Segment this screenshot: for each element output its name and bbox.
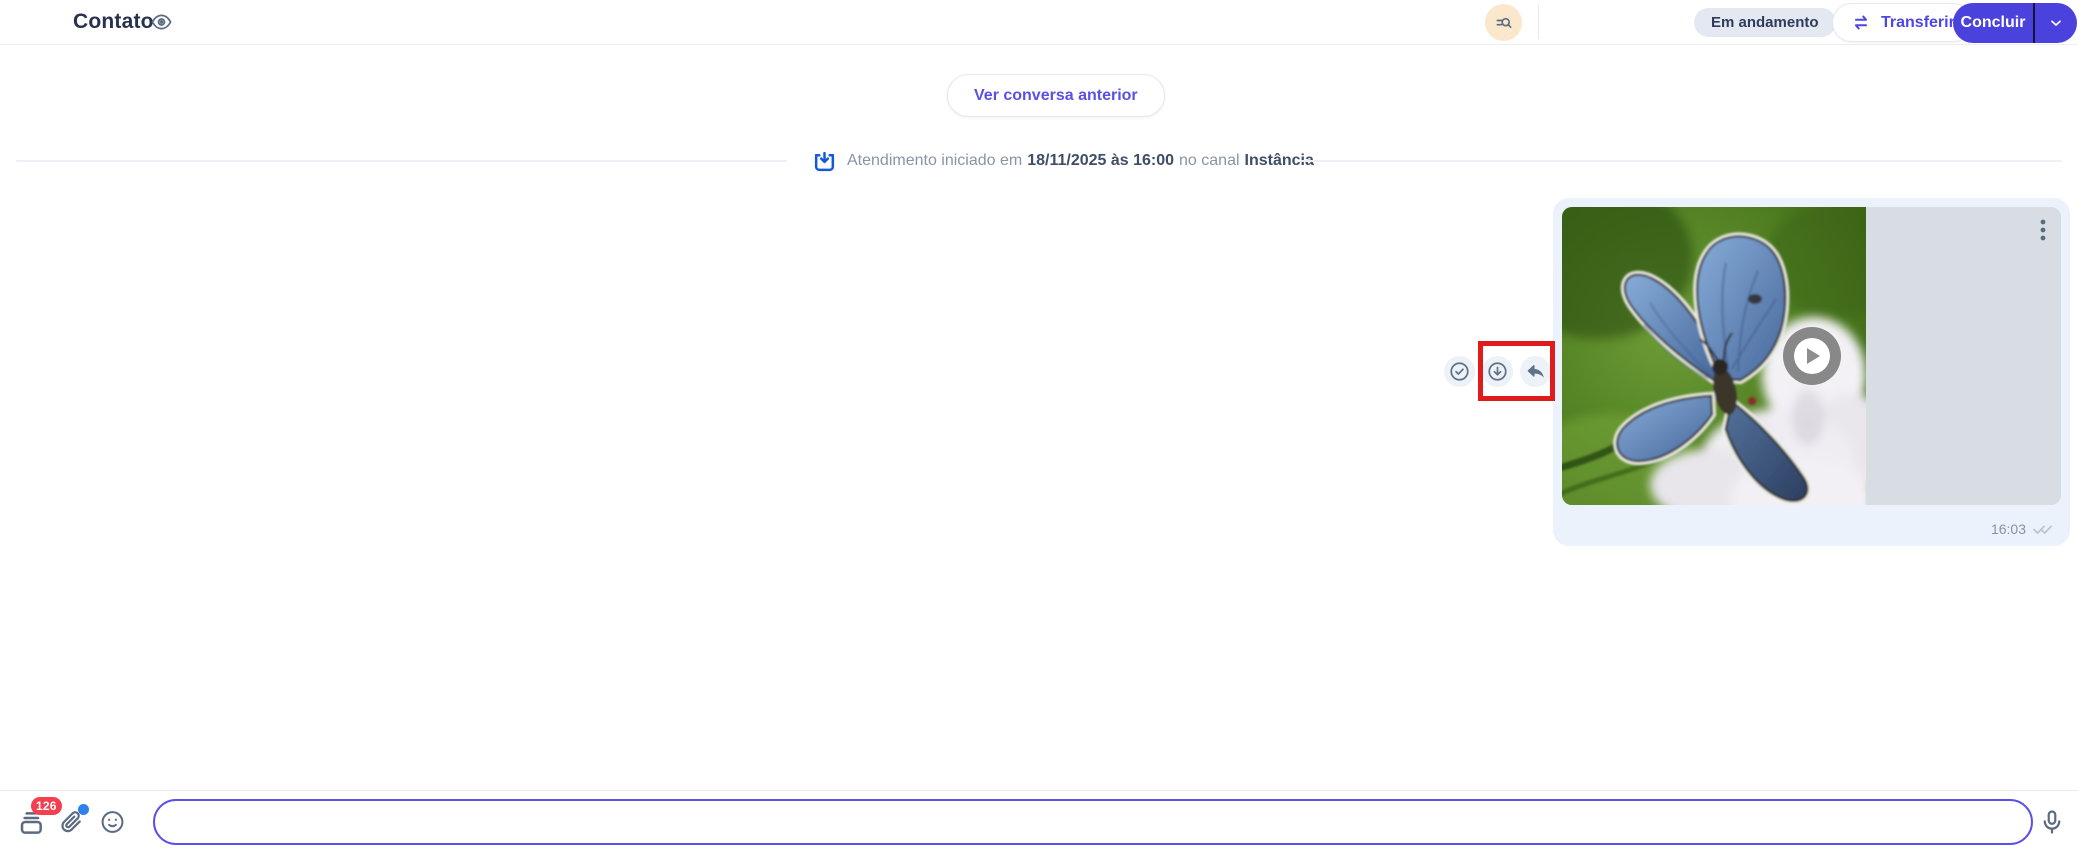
- chevron-down-icon[interactable]: [2035, 3, 2077, 43]
- message-options-button[interactable]: [2037, 216, 2049, 244]
- video-message-media[interactable]: [1562, 207, 2061, 505]
- divider-line-left: [16, 160, 787, 162]
- session-start-text: Atendimento iniciado em 18/11/2025 às 16…: [847, 146, 1314, 176]
- previous-conversation-button[interactable]: Ver conversa anterior: [947, 74, 1165, 117]
- play-video-button[interactable]: [1783, 327, 1841, 385]
- composer-bar: 126: [0, 790, 2078, 852]
- search-messages-button[interactable]: [1485, 4, 1522, 41]
- delivered-double-check-icon: [2032, 522, 2054, 536]
- download-media-button[interactable]: [1482, 356, 1513, 387]
- emoji-picker-button[interactable]: [99, 808, 126, 835]
- session-text-middle: no canal: [1179, 152, 1240, 170]
- record-audio-button[interactable]: [2038, 807, 2066, 837]
- mark-resolved-button[interactable]: [1444, 356, 1475, 387]
- view-contact-eye-icon[interactable]: [150, 11, 173, 34]
- kebab-menu-icon: [2040, 219, 2046, 241]
- play-icon: [1794, 338, 1830, 374]
- transfer-arrows-icon: [1850, 12, 1872, 34]
- status-badge: Em andamento: [1694, 8, 1836, 37]
- microphone-icon: [2038, 807, 2066, 837]
- header-divider: [1538, 5, 1539, 39]
- message-bubble-outgoing: 16:03: [1553, 198, 2070, 546]
- quick-replies-button[interactable]: 126: [16, 806, 48, 838]
- page-title: Contato: [73, 10, 154, 34]
- header: Contato Em andamento: [0, 0, 2078, 45]
- smiley-icon: [99, 808, 126, 835]
- conclude-button-label[interactable]: Concluir: [1953, 3, 2033, 43]
- chat-window: Contato Em andamento: [0, 0, 2078, 852]
- session-start-inbox-icon: [812, 149, 837, 174]
- attach-file-button[interactable]: [57, 807, 85, 837]
- conclude-split-button[interactable]: Concluir: [1953, 3, 2077, 43]
- search-list-icon: [1494, 13, 1514, 33]
- reply-message-button[interactable]: [1520, 356, 1551, 387]
- transfer-button[interactable]: Transferir: [1832, 3, 1973, 42]
- session-text-prefix: Atendimento iniciado em: [847, 152, 1022, 170]
- reply-icon: [1525, 361, 1547, 383]
- message-meta: 16:03: [1991, 521, 2054, 537]
- divider-line-right: [1300, 160, 2062, 162]
- message-time: 16:03: [1991, 521, 2026, 537]
- message-input[interactable]: [153, 799, 2033, 845]
- session-datetime: 18/11/2025 às 16:00: [1027, 152, 1174, 170]
- attachment-notification-dot: [78, 804, 89, 815]
- check-circle-icon: [1448, 360, 1471, 383]
- message-actions: [1444, 356, 1551, 387]
- session-start-divider: Atendimento iniciado em 18/11/2025 às 16…: [0, 146, 2078, 176]
- transfer-button-label: Transferir: [1881, 14, 1955, 32]
- download-circle-icon: [1486, 360, 1509, 383]
